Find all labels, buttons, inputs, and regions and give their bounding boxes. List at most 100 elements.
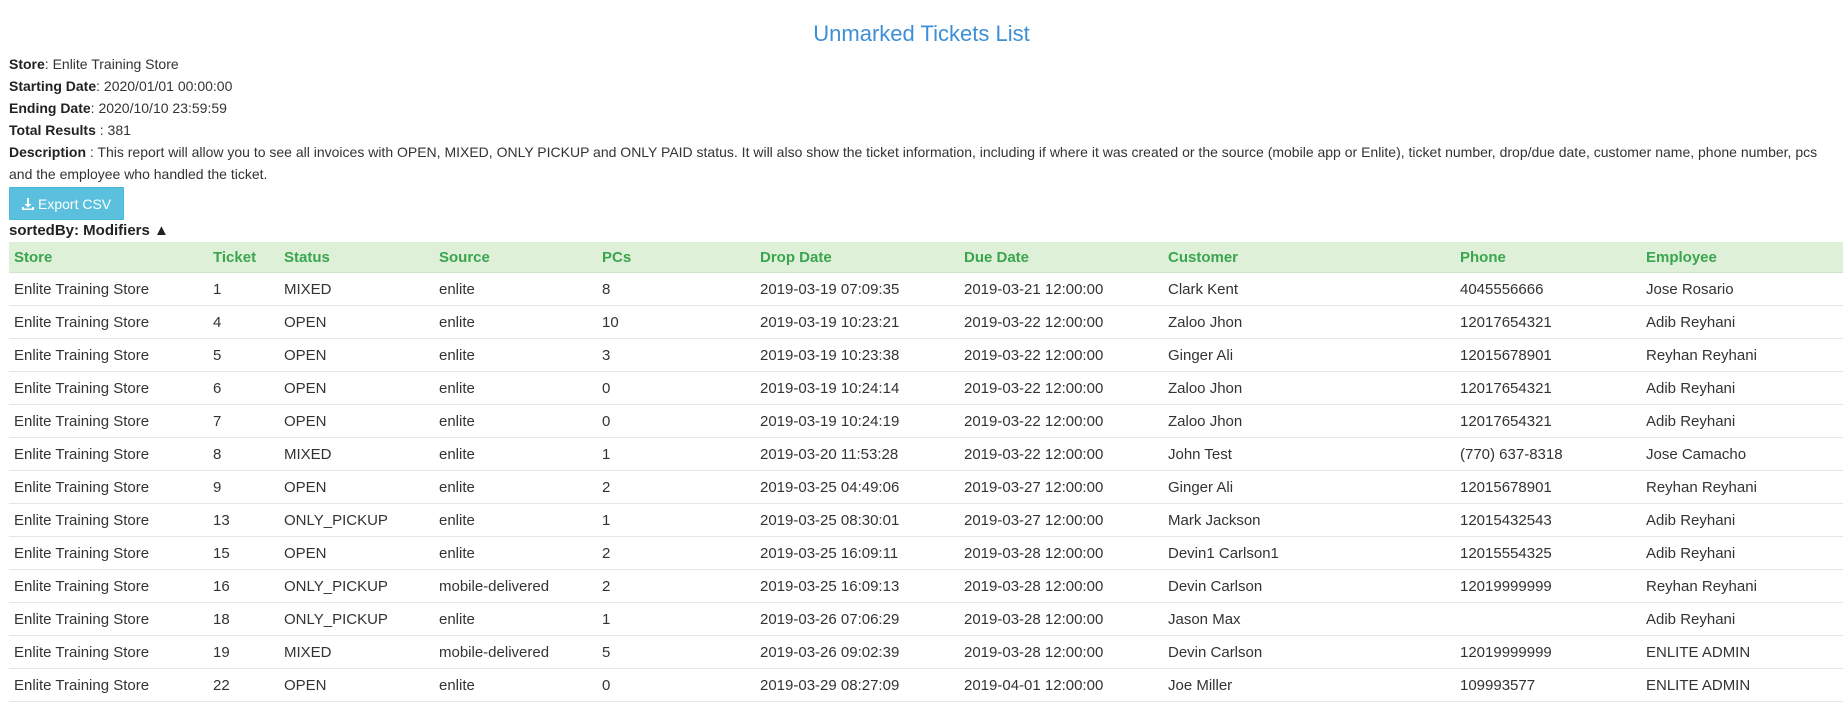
column-header-source[interactable]: Source — [434, 242, 597, 273]
cell-ticket: 16 — [208, 569, 279, 603]
column-header-customer[interactable]: Customer — [1163, 242, 1455, 273]
column-header-phone[interactable]: Phone — [1455, 242, 1641, 273]
cell-phone: 12019999999 — [1455, 635, 1641, 669]
cell-pcs: 0 — [597, 404, 755, 438]
cell-status: OPEN — [279, 536, 434, 570]
total-results-line: Total Results : 381 — [9, 119, 1834, 141]
total-results-value: : 381 — [95, 122, 131, 138]
cell-drop-date: 2019-03-26 07:06:29 — [755, 602, 959, 636]
cell-store: Enlite Training Store — [9, 569, 208, 603]
cell-ticket: 6 — [208, 371, 279, 405]
cell-employee: Reyhan Reyhani — [1641, 569, 1843, 603]
column-header-drop-date[interactable]: Drop Date — [755, 242, 959, 273]
column-header-store[interactable]: Store — [9, 242, 208, 273]
cell-customer: John Test — [1163, 437, 1455, 471]
cell-employee: Adib Reyhani — [1641, 602, 1843, 636]
cell-pcs: 3 — [597, 338, 755, 372]
table-header-row: Store Ticket Status Source PCs Drop Date Due D… — [9, 242, 1843, 273]
column-header-due-date[interactable]: Due Date — [959, 242, 1163, 273]
cell-status: OPEN — [279, 305, 434, 339]
table-row: Enlite Training Store 1 MIXED enlite 8 2019-0… — [9, 272, 1843, 306]
cell-source: mobile-delivered — [434, 569, 597, 603]
cell-status: OPEN — [279, 371, 434, 405]
cell-phone — [1455, 602, 1641, 636]
cell-store: Enlite Training Store — [9, 371, 208, 405]
cell-status: OPEN — [279, 404, 434, 438]
column-header-pcs[interactable]: PCs — [597, 242, 755, 273]
cell-employee: Adib Reyhani — [1641, 371, 1843, 405]
cell-employee: Jose Camacho — [1641, 437, 1843, 471]
cell-customer: Jason Max — [1163, 602, 1455, 636]
table-row: Enlite Training Store 9 OPEN enlite 2 2019-03… — [9, 470, 1843, 504]
table-row: Enlite Training Store 18 ONLY_PICKUP enlite… — [9, 602, 1843, 636]
ending-date-value: : 2020/10/10 23:59:59 — [90, 100, 227, 116]
cell-drop-date: 2019-03-29 08:27:09 — [755, 668, 959, 702]
cell-phone: 12017654321 — [1455, 371, 1641, 405]
ending-date-label: Ending Date — [9, 100, 91, 116]
cell-pcs: 8 — [597, 272, 755, 306]
cell-source: enlite — [434, 536, 597, 570]
cell-store: Enlite Training Store — [9, 338, 208, 372]
table-body: Enlite Training Store 1 MIXED enlite 8 2019-0… — [9, 272, 1843, 702]
cell-ticket: 13 — [208, 503, 279, 537]
cell-source: mobile-delivered — [434, 635, 597, 669]
cell-ticket: 7 — [208, 404, 279, 438]
cell-store: Enlite Training Store — [9, 404, 208, 438]
cell-source: enlite — [434, 305, 597, 339]
cell-source: enlite — [434, 371, 597, 405]
description: Description : This report will allow you… — [9, 141, 1839, 185]
store-value: : Enlite Training Store — [44, 56, 179, 72]
cell-phone: 12019999999 — [1455, 569, 1641, 603]
cell-pcs: 1 — [597, 503, 755, 537]
cell-pcs: 2 — [597, 569, 755, 603]
download-icon — [22, 197, 34, 210]
cell-pcs: 1 — [597, 437, 755, 471]
table-row: Enlite Training Store 19 MIXED mobile-deliv… — [9, 635, 1843, 669]
cell-customer: Clark Kent — [1163, 272, 1455, 306]
cell-status: MIXED — [279, 437, 434, 471]
export-csv-label: Export CSV — [38, 195, 112, 212]
cell-drop-date: 2019-03-19 10:24:19 — [755, 404, 959, 438]
starting-date-value: : 2020/01/01 00:00:00 — [96, 78, 233, 94]
cell-ticket: 9 — [208, 470, 279, 504]
cell-ticket: 5 — [208, 338, 279, 372]
cell-source: enlite — [434, 668, 597, 702]
cell-status: OPEN — [279, 668, 434, 702]
cell-employee: ENLITE ADMIN — [1641, 635, 1843, 669]
page-title: Unmarked Tickets List — [813, 21, 1030, 46]
cell-customer: Devin Carlson — [1163, 635, 1455, 669]
cell-drop-date: 2019-03-19 10:24:14 — [755, 371, 959, 405]
cell-status: MIXED — [279, 272, 434, 306]
cell-due-date: 2019-03-22 12:00:00 — [959, 371, 1163, 405]
cell-due-date: 2019-03-22 12:00:00 — [959, 404, 1163, 438]
cell-drop-date: 2019-03-25 08:30:01 — [755, 503, 959, 537]
cell-due-date: 2019-03-28 12:00:00 — [959, 635, 1163, 669]
tickets-table: Store Ticket Status Source PCs Drop Date Due D… — [9, 242, 1843, 702]
report-page: Unmarked Tickets List Store : Enlite Trai… — [0, 0, 1843, 702]
cell-status: ONLY_PICKUP — [279, 602, 434, 636]
cell-status: OPEN — [279, 470, 434, 504]
export-csv-button[interactable]: Export CSV — [9, 187, 125, 220]
cell-source: enlite — [434, 437, 597, 471]
cell-due-date: 2019-03-28 12:00:00 — [959, 602, 1163, 636]
cell-pcs: 0 — [597, 371, 755, 405]
column-header-status[interactable]: Status — [279, 242, 434, 273]
cell-ticket: 15 — [208, 536, 279, 570]
cell-store: Enlite Training Store — [9, 536, 208, 570]
cell-employee: Reyhan Reyhani — [1641, 338, 1843, 372]
column-header-employee[interactable]: Employee — [1641, 242, 1843, 273]
column-header-ticket[interactable]: Ticket — [208, 242, 279, 273]
cell-phone: 12015432543 — [1455, 503, 1641, 537]
cell-due-date: 2019-03-28 12:00:00 — [959, 569, 1163, 603]
cell-source: enlite — [434, 470, 597, 504]
cell-ticket: 4 — [208, 305, 279, 339]
cell-ticket: 19 — [208, 635, 279, 669]
cell-store: Enlite Training Store — [9, 470, 208, 504]
cell-drop-date: 2019-03-19 07:09:35 — [755, 272, 959, 306]
description-text: : This report will allow you to see all … — [9, 144, 1818, 182]
cell-pcs: 10 — [597, 305, 755, 339]
cell-customer: Mark Jackson — [1163, 503, 1455, 537]
cell-employee: Adib Reyhani — [1641, 503, 1843, 537]
cell-drop-date: 2019-03-20 11:53:28 — [755, 437, 959, 471]
cell-due-date: 2019-04-01 12:00:00 — [959, 668, 1163, 702]
